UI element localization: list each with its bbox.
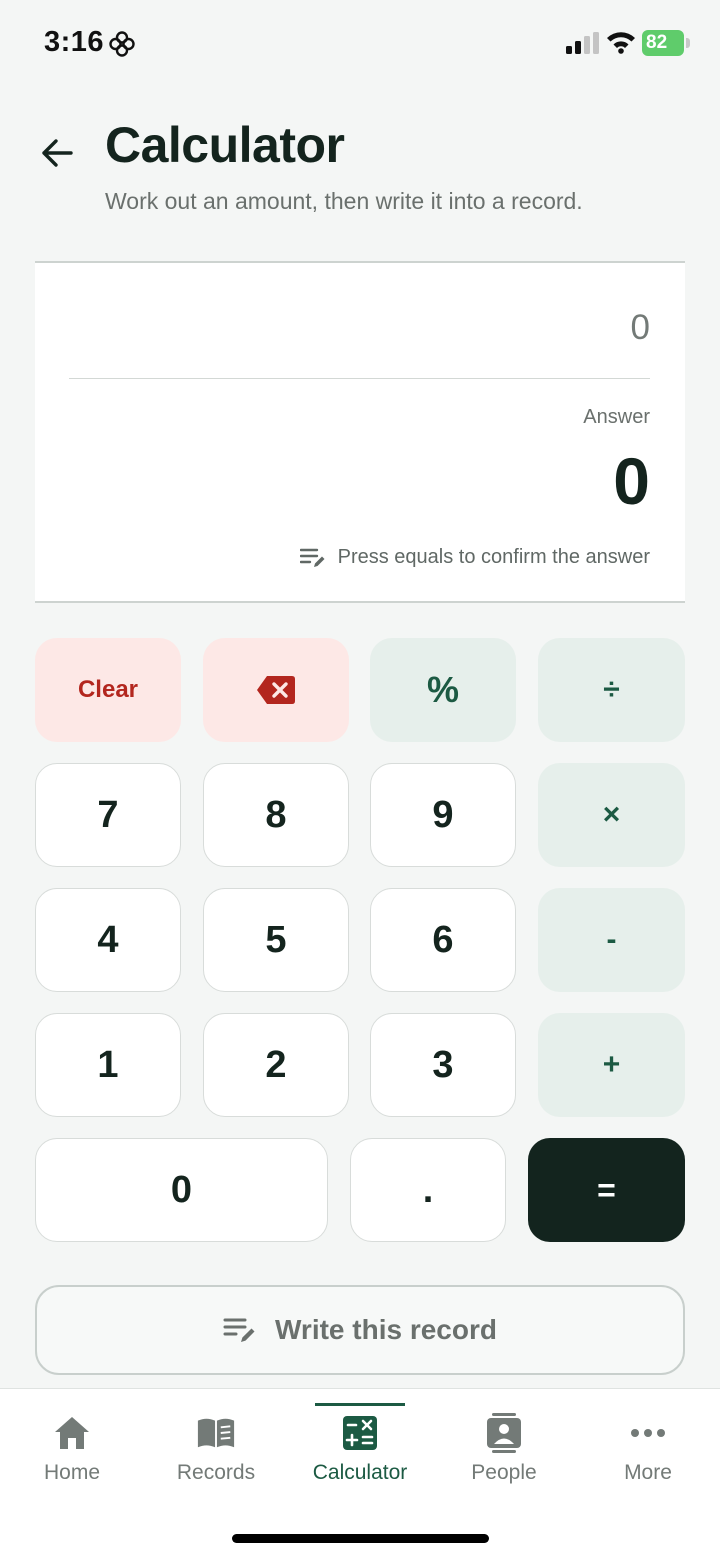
battery-level: 82 — [642, 30, 684, 56]
write-record-label: Write this record — [275, 1314, 497, 1345]
signal-icon — [566, 32, 599, 54]
digit-3-button[interactable]: 3 — [370, 1013, 516, 1117]
page-subtitle: Work out an amount, then write it into a… — [105, 188, 583, 214]
edit-note-icon — [223, 1318, 255, 1342]
nav-label-people: People — [471, 1461, 537, 1484]
nav-label-records: Records — [176, 1461, 256, 1484]
decimal-point-button[interactable]: . — [350, 1138, 506, 1242]
flower-icon — [109, 31, 135, 57]
expression-value: 0 — [630, 308, 650, 347]
digit-4-button[interactable]: 4 — [35, 888, 181, 992]
digit-2-button[interactable]: 2 — [203, 1013, 349, 1117]
confirm-hint: Press equals to confirm the answer — [299, 546, 650, 569]
digit-1-button[interactable]: 1 — [35, 1013, 181, 1117]
status-time: 3:16 — [44, 26, 105, 58]
bottom-nav: Home Records Calculator People More — [0, 1388, 720, 1558]
write-record-button[interactable]: Write this record — [35, 1285, 685, 1375]
display-divider — [69, 378, 650, 379]
digit-5-button[interactable]: 5 — [203, 888, 349, 992]
more-dots-icon — [631, 1429, 665, 1437]
minus-button[interactable]: - — [538, 888, 685, 992]
digit-0-button[interactable]: 0 — [35, 1138, 328, 1242]
edit-note-icon — [299, 548, 325, 567]
nav-item-calculator[interactable]: Calculator — [288, 1389, 432, 1499]
status-bar: 3:16 82 — [0, 0, 720, 86]
nav-item-people[interactable]: People — [432, 1389, 576, 1499]
nav-item-more[interactable]: More — [576, 1389, 720, 1499]
nav-label-calculator: Calculator — [312, 1461, 408, 1484]
digit-6-button[interactable]: 6 — [370, 888, 516, 992]
battery-icon: 82 — [642, 30, 690, 56]
calculator-icon — [343, 1416, 377, 1450]
clear-button[interactable]: Clear — [35, 638, 181, 742]
page-title: Calculator — [105, 117, 345, 173]
digit-8-button[interactable]: 8 — [203, 763, 349, 867]
backspace-icon — [257, 676, 295, 704]
plus-button[interactable]: + — [538, 1013, 685, 1117]
calculator-display: 0 Answer 0 Press equals to confirm the a… — [35, 261, 685, 603]
percent-button[interactable]: % — [370, 638, 516, 742]
wifi-icon — [607, 32, 635, 54]
home-indicator[interactable] — [232, 1534, 489, 1543]
hint-text: Press equals to confirm the answer — [337, 546, 650, 568]
contact-card-icon — [487, 1413, 521, 1453]
back-button[interactable] — [36, 132, 78, 174]
backspace-button[interactable] — [203, 638, 349, 742]
home-icon — [55, 1417, 89, 1449]
nav-label-more: More — [624, 1461, 672, 1484]
multiply-button[interactable]: × — [538, 763, 685, 867]
digit-7-button[interactable]: 7 — [35, 763, 181, 867]
answer-value: 0 — [613, 444, 650, 518]
equals-button[interactable]: = — [528, 1138, 685, 1242]
nav-item-records[interactable]: Records — [144, 1389, 288, 1499]
arrow-left-icon — [42, 139, 73, 167]
nav-item-home[interactable]: Home — [0, 1389, 144, 1499]
answer-label: Answer — [583, 406, 650, 428]
book-icon — [197, 1418, 235, 1448]
nav-label-home: Home — [43, 1461, 101, 1484]
divide-button[interactable]: ÷ — [538, 638, 685, 742]
digit-9-button[interactable]: 9 — [370, 763, 516, 867]
